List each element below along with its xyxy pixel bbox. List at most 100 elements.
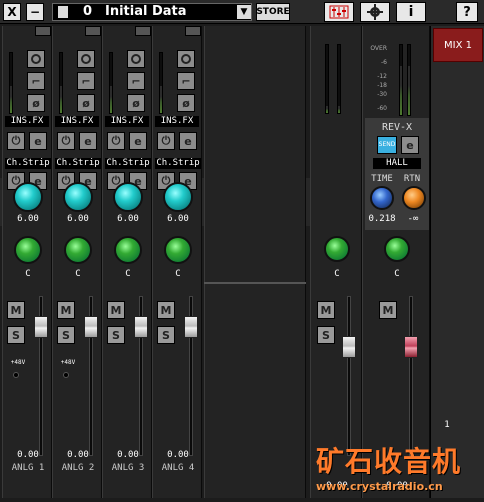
channel-strip: ⌐ ø INS.FX ⏻ e Ch.Strip ⏻ e 6.00 C M S +48V 0.00 ANLG … bbox=[2, 26, 52, 498]
insert-edit-button[interactable]: e bbox=[179, 132, 197, 150]
channel-strip-label: Ch.Strip bbox=[155, 158, 201, 169]
scene-selector[interactable]: 0 Initial Data ▼ bbox=[52, 3, 252, 21]
gain-knob[interactable] bbox=[113, 182, 143, 212]
fader-cap[interactable] bbox=[134, 316, 148, 338]
daw-mute-button[interactable]: M bbox=[317, 301, 335, 319]
time-knob[interactable] bbox=[370, 186, 394, 210]
daw-pan-value: C bbox=[334, 269, 340, 279]
input-icon[interactable] bbox=[77, 50, 95, 68]
mute-button[interactable]: M bbox=[107, 301, 125, 319]
insert-power-button[interactable]: ⏻ bbox=[157, 132, 175, 150]
pan-knob[interactable] bbox=[114, 236, 142, 264]
phantom-label: +48V bbox=[60, 359, 76, 366]
pan-value: C bbox=[175, 269, 181, 279]
insert-edit-button[interactable]: e bbox=[79, 132, 97, 150]
link-icon[interactable] bbox=[85, 26, 101, 36]
reverb-send-button[interactable]: SEND bbox=[377, 136, 397, 154]
hpf-icon[interactable]: ⌐ bbox=[27, 72, 45, 90]
gain-value: 6.00 bbox=[167, 214, 189, 224]
pan-knob[interactable] bbox=[14, 236, 42, 264]
pan-value: C bbox=[75, 269, 81, 279]
close-button[interactable]: X bbox=[3, 3, 21, 21]
gain-knob[interactable] bbox=[63, 182, 93, 212]
insert-power-button[interactable]: ⏻ bbox=[57, 132, 75, 150]
insert-power-button[interactable]: ⏻ bbox=[7, 132, 25, 150]
channel-strip: ⌐ ø INS.FX ⏻ e Ch.Strip ⏻ e 6.00 C M S 0.00 ANLG 3 bbox=[102, 26, 152, 498]
mixer-view-button[interactable] bbox=[324, 2, 354, 22]
insert-edit-button[interactable]: e bbox=[129, 132, 147, 150]
channel-name: ANLG 4 bbox=[161, 463, 195, 473]
gear-icon bbox=[367, 4, 383, 20]
solo-button[interactable]: S bbox=[107, 326, 125, 344]
pan-knob[interactable] bbox=[64, 236, 92, 264]
solo-button[interactable]: S bbox=[57, 326, 75, 344]
watermark-title: 矿石收音机 bbox=[316, 445, 462, 478]
daw-fader-cap[interactable] bbox=[342, 336, 356, 358]
scene-title: Initial Data bbox=[105, 4, 187, 19]
top-toolbar: X − 0 Initial Data ▼ STORE i ? bbox=[0, 0, 484, 24]
hpf-icon[interactable]: ⌐ bbox=[127, 72, 145, 90]
channel-name: ANLG 3 bbox=[111, 463, 145, 473]
gain-knob[interactable] bbox=[163, 182, 193, 212]
channel-meter bbox=[159, 52, 163, 114]
master-pan-value: C bbox=[394, 269, 400, 279]
level-value: 0.00 bbox=[117, 450, 139, 460]
phase-icon[interactable]: ø bbox=[27, 94, 45, 112]
watermark: 矿石收音机 www.crystalradio.cn bbox=[316, 440, 482, 500]
solo-button[interactable]: S bbox=[157, 326, 175, 344]
gain-value: 6.00 bbox=[17, 214, 39, 224]
settings-button[interactable] bbox=[360, 2, 390, 22]
master-mute-button[interactable]: M bbox=[379, 301, 397, 319]
insert-power-button[interactable]: ⏻ bbox=[107, 132, 125, 150]
level-value: 0.00 bbox=[17, 450, 39, 460]
hpf-icon[interactable]: ⌐ bbox=[177, 72, 195, 90]
reverb-edit-button[interactable]: e bbox=[401, 136, 419, 154]
channel-strip-label: Ch.Strip bbox=[55, 158, 101, 169]
phase-icon[interactable]: ø bbox=[127, 94, 145, 112]
pan-knob[interactable] bbox=[164, 236, 192, 264]
link-icon[interactable] bbox=[135, 26, 151, 36]
mute-button[interactable]: M bbox=[7, 301, 25, 319]
master-fader-track[interactable] bbox=[409, 296, 413, 456]
reverb-type: HALL bbox=[373, 158, 421, 169]
input-icon[interactable] bbox=[127, 50, 145, 68]
scene-dropdown-icon[interactable]: ▼ bbox=[237, 5, 251, 19]
input-icon[interactable] bbox=[177, 50, 195, 68]
link-icon[interactable] bbox=[185, 26, 201, 36]
empty-channel-area bbox=[204, 26, 306, 498]
daw-pan-knob[interactable] bbox=[324, 236, 350, 262]
level-value: 0.00 bbox=[167, 450, 189, 460]
fader-cap[interactable] bbox=[184, 316, 198, 338]
store-button[interactable]: STORE bbox=[256, 3, 290, 21]
channel-strip: ⌐ ø INS.FX ⏻ e Ch.Strip ⏻ e 6.00 C M S 0.00 ANLG 4 bbox=[152, 26, 202, 498]
pan-value: C bbox=[25, 269, 31, 279]
fader-cap[interactable] bbox=[84, 316, 98, 338]
insert-edit-button[interactable]: e bbox=[29, 132, 47, 150]
daw-solo-button[interactable]: S bbox=[317, 326, 335, 344]
daw-fader-track[interactable] bbox=[347, 296, 351, 456]
master-pan-knob[interactable] bbox=[384, 236, 410, 262]
minimize-button[interactable]: − bbox=[26, 3, 44, 21]
input-icon[interactable] bbox=[27, 50, 45, 68]
mute-button[interactable]: M bbox=[57, 301, 75, 319]
insert-fx-label: INS.FX bbox=[155, 116, 199, 127]
mix1-tab[interactable]: MIX 1 bbox=[433, 28, 483, 62]
scale-label: OVER bbox=[370, 45, 387, 52]
link-icon[interactable] bbox=[35, 26, 51, 36]
mute-button[interactable]: M bbox=[157, 301, 175, 319]
scale-label: -6 bbox=[381, 59, 387, 66]
phantom-led[interactable] bbox=[63, 372, 69, 378]
help-button[interactable]: ? bbox=[456, 2, 478, 22]
phantom-led[interactable] bbox=[13, 372, 19, 378]
fader-cap[interactable] bbox=[34, 316, 48, 338]
master-fader-cap[interactable] bbox=[404, 336, 418, 358]
phase-icon[interactable]: ø bbox=[77, 94, 95, 112]
info-button[interactable]: i bbox=[396, 2, 426, 22]
gain-knob[interactable] bbox=[13, 182, 43, 212]
phase-icon[interactable]: ø bbox=[177, 94, 195, 112]
reverb-title: REV-X bbox=[381, 122, 413, 133]
hpf-icon[interactable]: ⌐ bbox=[77, 72, 95, 90]
solo-button[interactable]: S bbox=[7, 326, 25, 344]
rtn-knob[interactable] bbox=[402, 186, 426, 210]
master-meter-right bbox=[407, 44, 411, 116]
